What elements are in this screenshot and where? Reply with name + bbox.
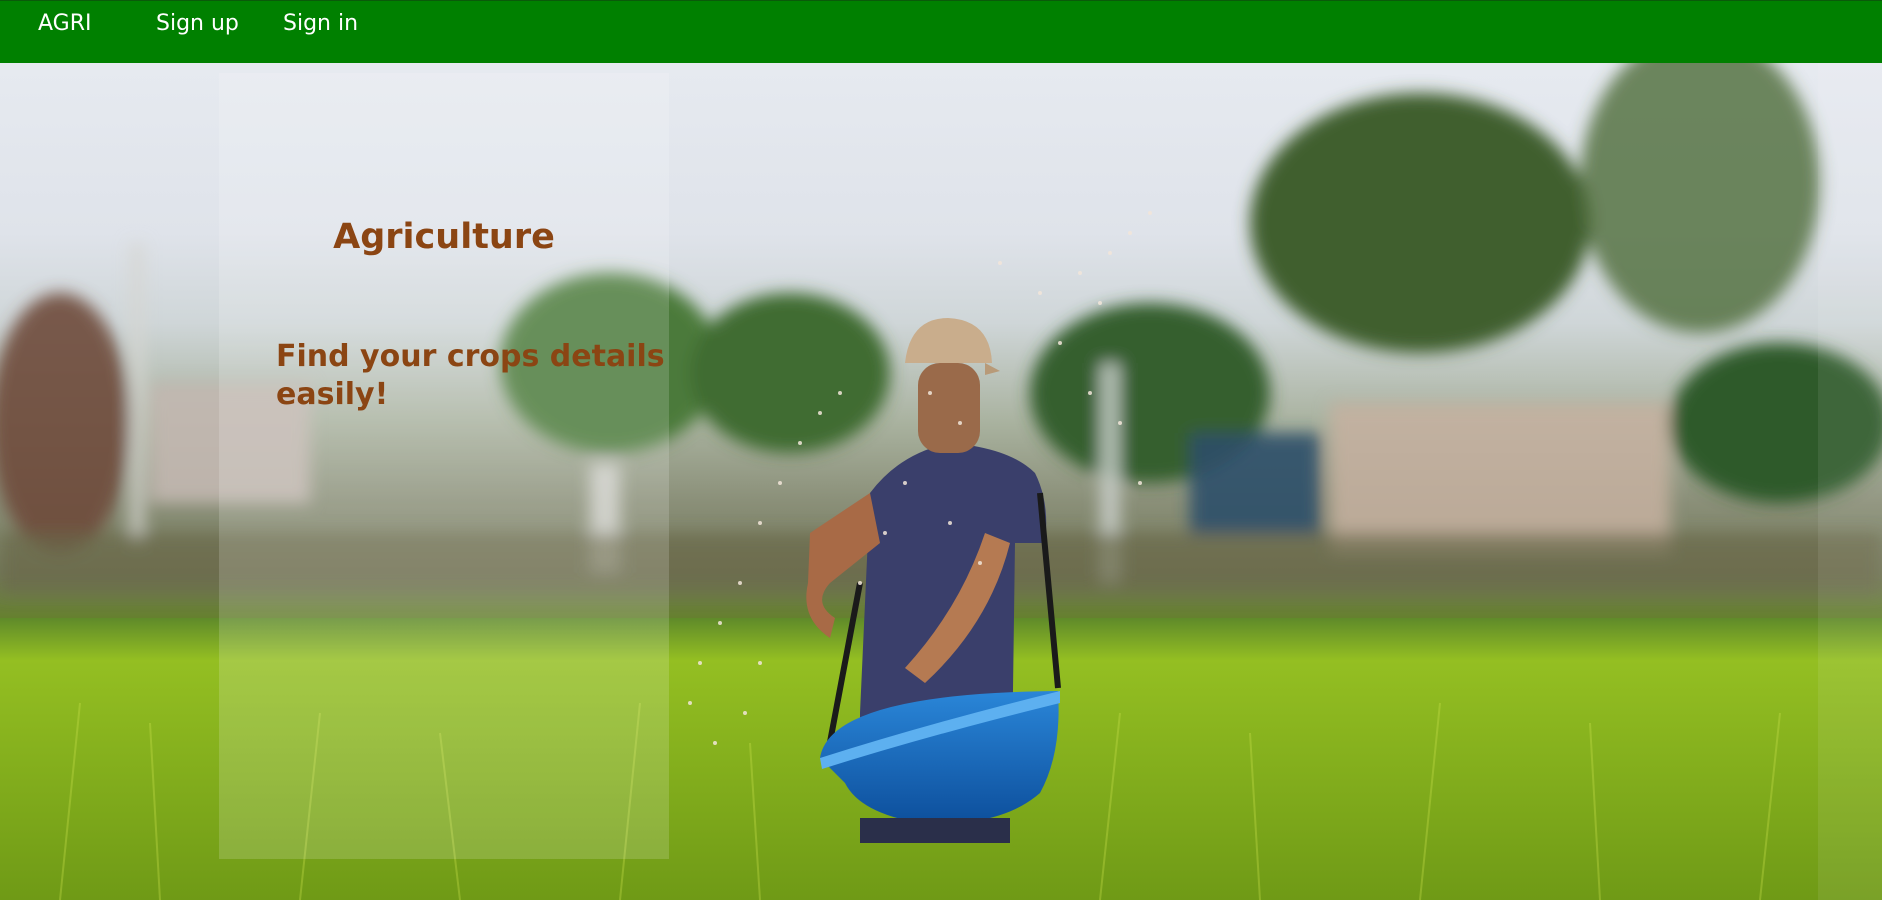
page-title: Agriculture bbox=[333, 217, 555, 257]
signin-link[interactable]: Sign in bbox=[283, 10, 358, 38]
hero-overlay-panel: Agriculture Find your crops details easi… bbox=[219, 73, 669, 859]
hero-section: Agriculture Find your crops details easi… bbox=[0, 63, 1882, 900]
brand-link[interactable]: AGRI bbox=[38, 10, 92, 38]
signup-link[interactable]: Sign up bbox=[156, 10, 239, 38]
edge-strip bbox=[1818, 63, 1882, 900]
hero-tagline: Find your crops details easily! bbox=[276, 339, 665, 412]
top-navbar: AGRI Sign up Sign in bbox=[0, 0, 1882, 63]
